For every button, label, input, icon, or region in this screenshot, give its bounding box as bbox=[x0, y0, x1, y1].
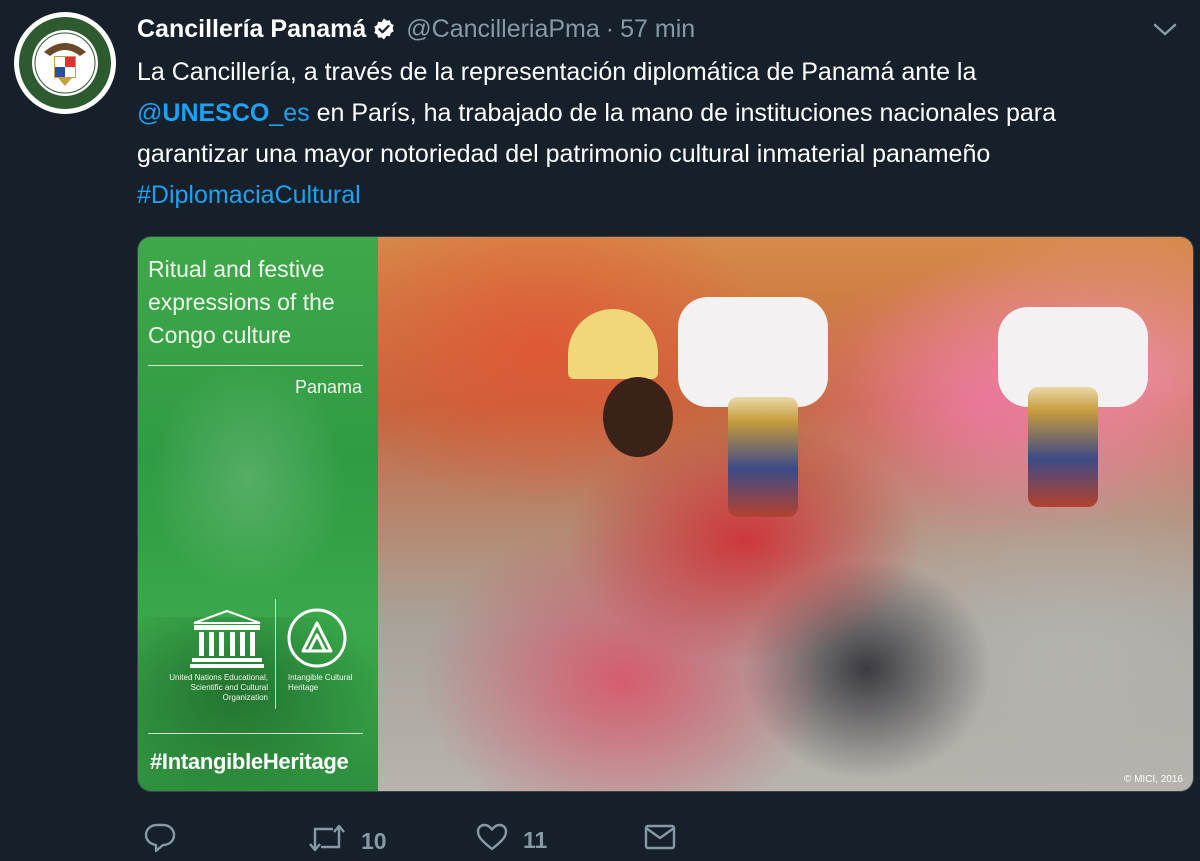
mention-at: @ bbox=[137, 99, 163, 127]
like-count: 11 bbox=[523, 826, 548, 853]
retweet-button[interactable]: 10 bbox=[307, 822, 387, 860]
unesco-temple-icon bbox=[190, 609, 264, 671]
mention-name: UNESCO bbox=[162, 99, 270, 127]
card-title: Ritual and festive expressions of the Co… bbox=[148, 256, 335, 348]
drum-figure bbox=[1028, 387, 1098, 507]
timestamp[interactable]: 57 min bbox=[620, 15, 695, 44]
retweet-icon bbox=[307, 822, 347, 860]
like-button[interactable]: 11 bbox=[475, 822, 547, 858]
like-icon bbox=[475, 822, 509, 858]
dancer-figure bbox=[603, 377, 673, 457]
unesco-org-text: United Nations Educational, Scientific a… bbox=[169, 673, 268, 702]
tweet-line-3: garantizar una mayor notoriedad del patr… bbox=[137, 140, 991, 168]
separator-dot: · bbox=[605, 14, 615, 43]
mention-suffix: _es bbox=[269, 99, 310, 127]
ministry-seal-icon bbox=[15, 13, 115, 113]
tweet-header: Cancillería Panamá @CancilleriaPma · 57 … bbox=[137, 12, 1180, 46]
retweet-count: 10 bbox=[361, 827, 387, 854]
display-name[interactable]: Cancillería Panamá bbox=[137, 15, 366, 44]
tweet-line-2: @UNESCO_es en París, ha trabajado de la … bbox=[137, 93, 1187, 134]
verified-badge-icon bbox=[372, 17, 396, 41]
tweet-line-1: La Cancillería, a través de la represent… bbox=[137, 58, 977, 86]
reply-icon bbox=[143, 822, 177, 860]
hashtag-link[interactable]: #DiplomaciaCultural bbox=[137, 175, 1187, 216]
logo-divider bbox=[275, 599, 276, 709]
congo-dance-photo: © MICI, 2016 bbox=[378, 237, 1193, 791]
reply-button[interactable] bbox=[143, 822, 191, 860]
user-handle[interactable]: @CancilleriaPma bbox=[406, 15, 600, 44]
chevron-down-icon[interactable] bbox=[1150, 18, 1180, 42]
tweet-line-2-rest: en París, ha trabajado de la mano de ins… bbox=[309, 99, 1056, 127]
drummer-figure bbox=[678, 297, 828, 407]
tweet-actions: 10 11 bbox=[137, 816, 697, 860]
ich-text: Intangible Cultural Heritage bbox=[288, 673, 353, 692]
tweet-media-image[interactable]: Ritual and festive expressions of the Co… bbox=[137, 236, 1194, 792]
dancer-hat-figure bbox=[568, 309, 658, 379]
card-divider-top bbox=[148, 365, 363, 366]
message-icon bbox=[643, 822, 677, 858]
drum-figure bbox=[728, 397, 798, 517]
intangible-heritage-icon bbox=[286, 607, 348, 669]
unesco-card-panel: Ritual and festive expressions of the Co… bbox=[138, 237, 378, 791]
direct-message-button[interactable] bbox=[643, 822, 677, 858]
tweet-text: La Cancillería, a través de la represent… bbox=[137, 52, 1187, 216]
mention-link[interactable]: @UNESCO_es bbox=[137, 99, 310, 127]
photo-credit: © MICI, 2016 bbox=[1123, 774, 1183, 785]
avatar[interactable] bbox=[14, 12, 116, 114]
card-country: Panama bbox=[294, 377, 362, 397]
card-divider-bottom bbox=[148, 733, 363, 734]
card-hashtag: #IntangibleHeritage bbox=[150, 749, 349, 774]
